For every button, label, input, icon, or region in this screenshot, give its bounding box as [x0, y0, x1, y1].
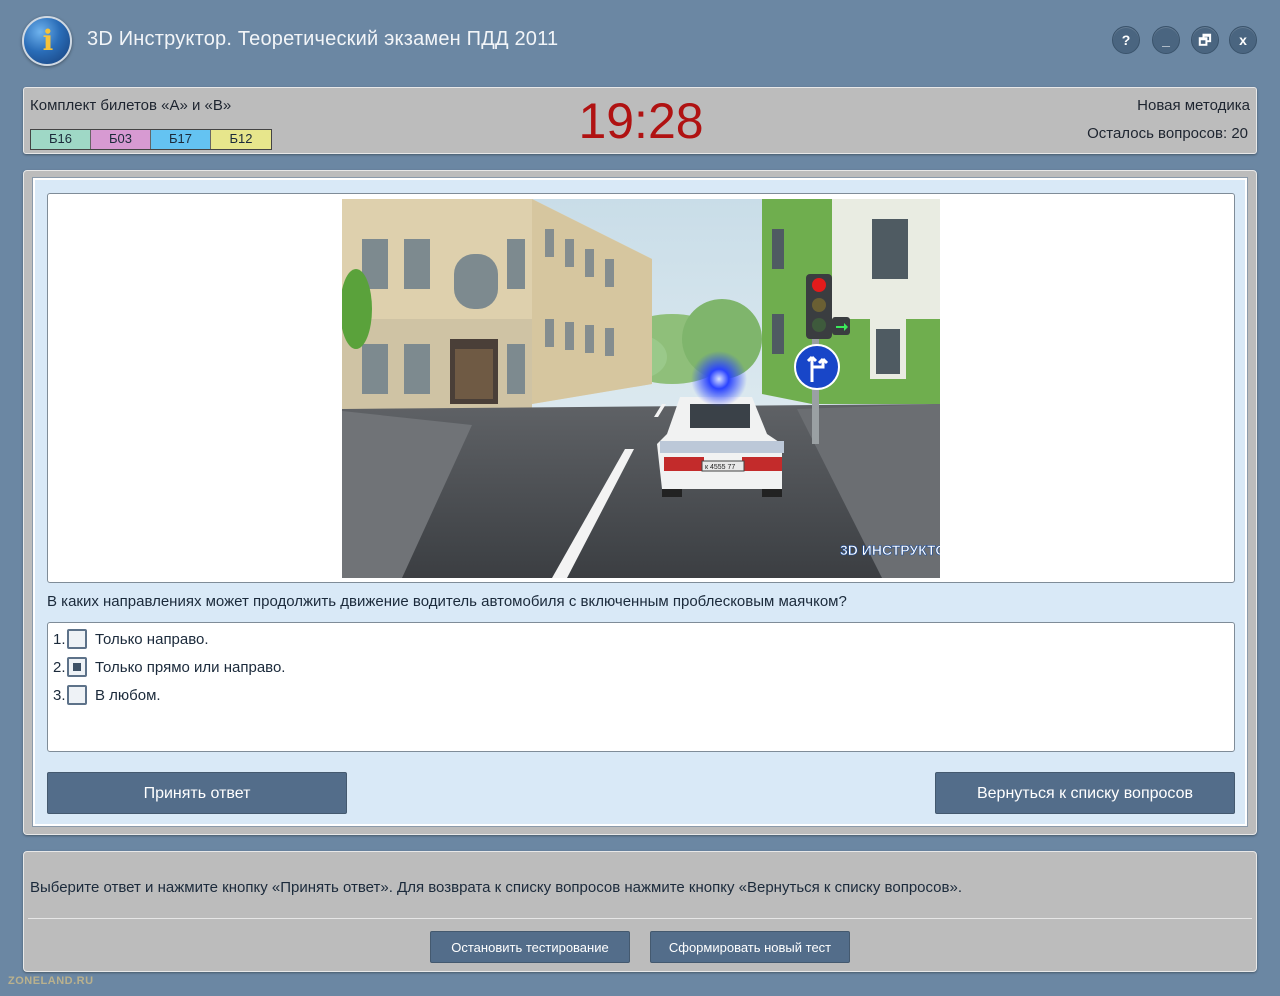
answer-text: Только прямо или направо. [95, 658, 286, 676]
instruction-hint: Выберите ответ и нажмите кнопку «Принять… [30, 879, 962, 896]
answer-checkbox[interactable] [67, 657, 87, 677]
license-plate: к 4555 77 [705, 464, 735, 471]
answer-text: В любом. [95, 686, 161, 704]
window-title: 3D Инструктор. Теоретический экзамен ПДД… [87, 28, 559, 50]
countdown-timer: 19:28 [578, 93, 704, 149]
answer-checkbox[interactable] [67, 629, 87, 649]
stop-testing-button[interactable]: Остановить тестирование [430, 931, 630, 963]
answer-number: 3. [53, 686, 66, 704]
title-bar: i 3D Инструктор. Теоретический экзамен П… [0, 0, 1280, 80]
answer-checkbox[interactable] [67, 685, 87, 705]
minimize-button[interactable]: _ [1152, 26, 1180, 54]
answer-option[interactable]: 3. В любом. [53, 684, 161, 706]
image-logo-text: 3D ИНСТРУКТОР [840, 542, 940, 558]
help-button[interactable]: ? [1112, 26, 1140, 54]
question-text: В каких направлениях может продолжить дв… [47, 593, 847, 610]
footer-panel: Выберите ответ и нажмите кнопку «Принять… [23, 851, 1257, 972]
remaining-questions: Осталось вопросов: 20 [1087, 125, 1248, 142]
method-label: Новая методика [1137, 97, 1250, 114]
restore-button[interactable]: 🗗 [1191, 26, 1219, 54]
answer-text: Только направо. [95, 630, 209, 648]
accept-answer-button[interactable]: Принять ответ [47, 772, 347, 814]
divider [28, 918, 1252, 919]
answer-option[interactable]: 2. Только прямо или направо. [53, 656, 285, 678]
exam-info-panel: Комплект билетов «А» и «В» Б16 Б03 Б17 Б… [23, 87, 1257, 154]
back-to-questions-button[interactable]: Вернуться к списку вопросов [935, 772, 1235, 814]
answer-number: 1. [53, 630, 66, 648]
question-image-frame: к 4555 77 3D ИНСТРУКТОР [47, 193, 1235, 583]
watermark: ZONELAND.RU [8, 975, 94, 987]
question-image: к 4555 77 3D ИНСТРУКТОР [342, 199, 940, 578]
answer-list: 1. Только направо. 2. Только прямо или н… [47, 622, 1235, 752]
answer-option[interactable]: 1. Только направо. [53, 628, 209, 650]
question-content: к 4555 77 3D ИНСТРУКТОР В каких направле… [32, 177, 1248, 827]
question-panel: к 4555 77 3D ИНСТРУКТОР В каких направле… [23, 170, 1257, 835]
new-test-button[interactable]: Сформировать новый тест [650, 931, 850, 963]
answer-number: 2. [53, 658, 66, 676]
close-button[interactable]: x [1229, 26, 1257, 54]
app-logo-icon: i [22, 16, 72, 66]
